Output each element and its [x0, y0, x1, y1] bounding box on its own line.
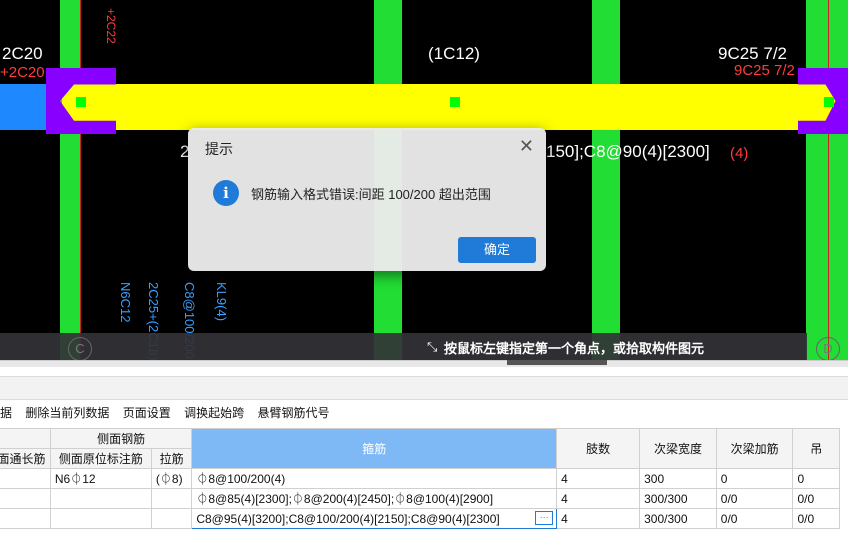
label-top-right: 9C25 7/2	[718, 44, 787, 63]
dialog-message: 钢筋输入格式错误:间距 100/200 超出范围	[251, 187, 491, 202]
beam-segment-left	[0, 84, 46, 130]
grip-node[interactable]	[824, 97, 834, 107]
panel-divider	[0, 360, 848, 367]
red-label-left: +2C20	[0, 64, 45, 81]
cell[interactable]: N6⏀12	[49, 468, 152, 489]
table-row: C8@95(4)[3200];C8@100/200(4)[2150];C8@90…	[0, 508, 840, 529]
cell[interactable]: (⏀8)	[150, 468, 193, 489]
swap-start-span-button[interactable]: 调换起始跨	[184, 406, 244, 420]
delete-column-data-button[interactable]: 删除当前列数据	[25, 406, 109, 420]
cell[interactable]: 0/0	[715, 508, 794, 529]
col-header-secondary-width[interactable]: 次梁宽度	[639, 428, 717, 469]
cell[interactable]	[0, 488, 51, 509]
grip-node[interactable]	[76, 97, 86, 107]
crosshair-icon: ⤡	[427, 339, 438, 354]
col-header-through[interactable]: 面通长筋	[0, 448, 51, 469]
cell[interactable]: 300	[639, 468, 717, 489]
grip-node[interactable]	[450, 97, 460, 107]
cell[interactable]	[0, 468, 51, 489]
vertical-label: KL9(4)	[214, 282, 229, 322]
page-setup-button[interactable]: 页面设置	[123, 406, 171, 420]
red-label-top: +2C22	[104, 8, 118, 44]
rebar-table-panel: 据 删除当前列数据 页面设置 调换起始跨 悬臂钢筋代号 侧面钢筋 箍筋 肢数 次…	[0, 360, 848, 539]
label-top-center: (1C12)	[428, 44, 480, 63]
toolbar-item-data[interactable]: 据	[0, 406, 12, 420]
red-label-right: 9C25 7/2	[734, 62, 795, 79]
cell[interactable]: 0/0	[715, 488, 794, 509]
cell[interactable]: 300/300	[639, 508, 717, 529]
table-toolbar: 据 删除当前列数据 页面设置 调换起始跨 悬臂钢筋代号	[0, 404, 339, 424]
cell[interactable]	[49, 488, 152, 509]
col-header-tie[interactable]: 拉筋	[150, 448, 193, 469]
cell[interactable]: 0/0	[792, 508, 840, 529]
stirrup-edit-value[interactable]: C8@95(4)[3200];C8@100/200(4)[2150];C8@90…	[196, 512, 499, 526]
cell[interactable]: 0/0	[792, 488, 840, 509]
column-c	[60, 0, 80, 360]
info-icon: i	[213, 180, 239, 206]
table-row: N6⏀12 (⏀8) ⏀8@100/200(4) 4 300 0 0	[0, 468, 840, 489]
cantilever-code-button[interactable]: 悬臂钢筋代号	[257, 406, 329, 420]
cell[interactable]: 4	[556, 508, 641, 529]
cell[interactable]	[49, 508, 152, 529]
beam-kl9[interactable]	[62, 84, 842, 130]
column-d	[806, 0, 848, 360]
more-icon[interactable]: ···	[535, 511, 554, 525]
label-top-left: 2C20	[2, 44, 43, 63]
label-mid-right: 150];C8@90(4)[2300]	[546, 142, 710, 161]
status-prompt: 按鼠标左键指定第一个角点，或拾取构件图元	[444, 341, 705, 356]
cell[interactable]: 4	[556, 468, 641, 489]
cell[interactable]: 300/300	[639, 488, 717, 509]
axis-label-left: C	[68, 337, 92, 360]
cell[interactable]: 0	[792, 468, 840, 489]
axis-label-right: D	[816, 337, 840, 360]
cell[interactable]: ⏀8@85(4)[2300];⏀8@200(4)[2450];⏀8@100(4)…	[191, 488, 558, 509]
column-line	[828, 0, 829, 360]
vertical-label: N6C12	[118, 282, 133, 323]
red-label-mid: (4)	[730, 145, 749, 162]
col-header-secondary-rebar[interactable]: 次梁加筋	[715, 428, 794, 469]
close-icon[interactable]: ✕	[519, 136, 534, 157]
panel-splitter[interactable]	[507, 360, 607, 365]
ok-button[interactable]: 确定	[458, 237, 536, 263]
error-dialog: 提示 ✕ i 钢筋输入格式错误:间距 100/200 超出范围 确定	[188, 128, 546, 271]
panel-header-bar	[0, 376, 848, 400]
dialog-title: 提示	[205, 141, 233, 157]
stirrup-edit-cell[interactable]: C8@95(4)[3200];C8@100/200(4)[2150];C8@90…	[191, 508, 558, 529]
table-row: ⏀8@85(4)[2300];⏀8@200(4)[2450];⏀8@100(4)…	[0, 488, 840, 509]
cell[interactable]	[150, 508, 193, 529]
column-line	[80, 0, 81, 360]
col-header-hanger[interactable]: 吊	[792, 428, 840, 469]
cell[interactable]	[150, 488, 193, 509]
col-header-stirrup[interactable]: 箍筋	[191, 428, 558, 469]
column-3	[592, 0, 620, 360]
col-header-side-marked[interactable]: 侧面原位标注筋	[49, 448, 152, 469]
group-header-side-rebar: 侧面钢筋	[49, 428, 193, 449]
cell[interactable]: 0	[715, 468, 794, 489]
cell[interactable]	[0, 508, 51, 529]
cell[interactable]: 4	[556, 488, 641, 509]
col-header	[0, 428, 51, 449]
cell[interactable]: ⏀8@100/200(4)	[191, 468, 558, 489]
rebar-grid: 侧面钢筋 箍筋 肢数 次梁宽度 次梁加筋 吊 面通长筋 侧面原位标注筋 拉筋 N…	[0, 428, 840, 529]
col-header-legs[interactable]: 肢数	[556, 428, 641, 469]
